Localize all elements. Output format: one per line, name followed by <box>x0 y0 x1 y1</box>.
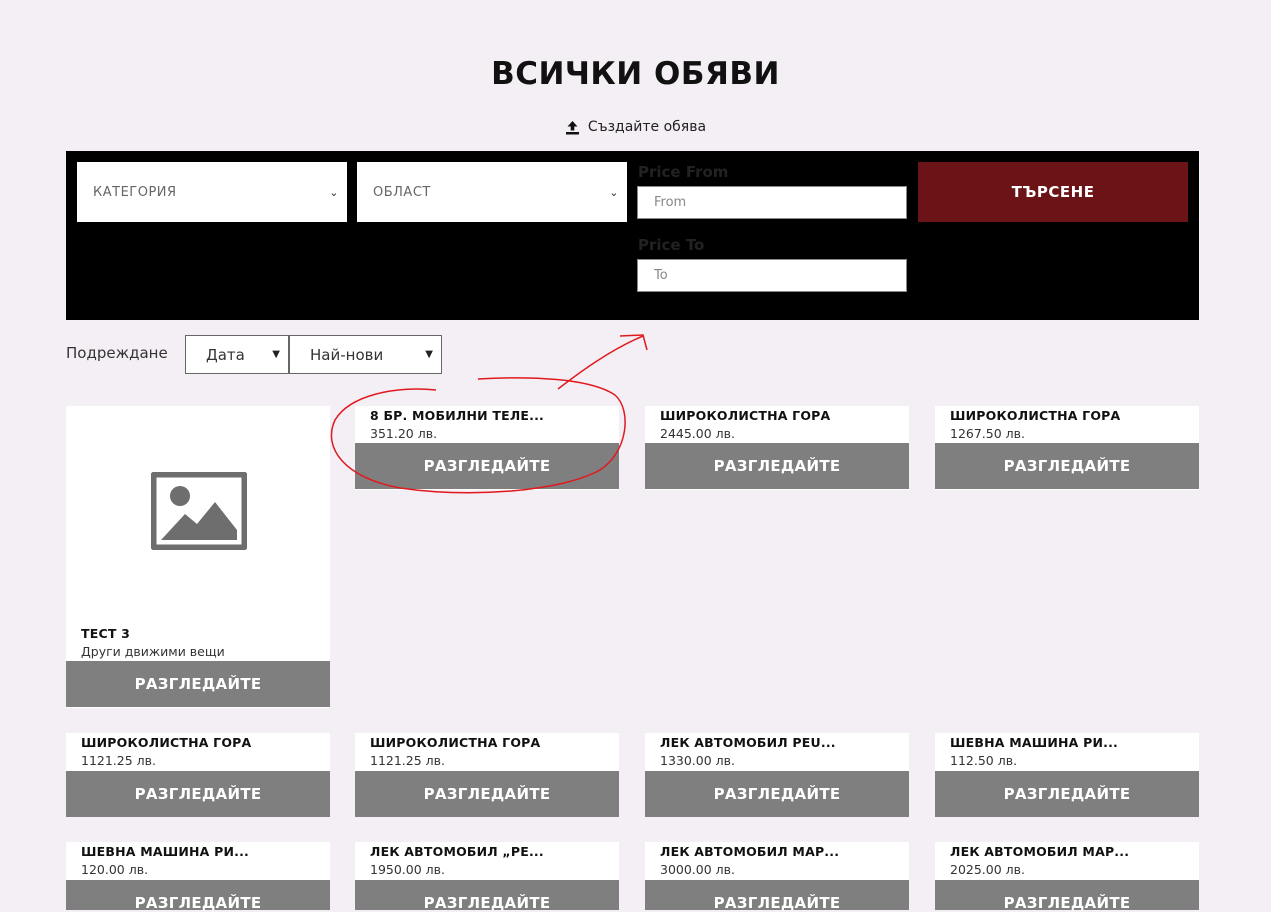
listing-card: ЛЕК АВТОМОБИЛ МАР... 2025.00 лв. РАЗГЛЕД… <box>935 842 1199 912</box>
search-button[interactable]: ТЪРСЕНЕ <box>918 162 1188 222</box>
listing-card: ШЕВНА МАШИНА РИ... 112.50 лв. РАЗГЛЕДАЙТ… <box>935 733 1199 817</box>
view-listing-button[interactable]: РАЗГЛЕДАЙТЕ <box>66 880 330 912</box>
listing-price: 351.20 лв. <box>370 426 438 441</box>
listing-title: ШИРОКОЛИСТНА ГОРА <box>950 408 1121 423</box>
listing-card: ЛЕК АВТОМОБИЛ PEU... 1330.00 лв. РАЗГЛЕД… <box>645 733 909 817</box>
listing-price: 2025.00 лв. <box>950 862 1025 877</box>
create-listing-link[interactable]: Създайте обява <box>0 119 1271 135</box>
listing-title: ШИРОКОЛИСТНА ГОРА <box>81 735 252 750</box>
listing-title: ШЕВНА МАШИНА РИ... <box>81 844 249 859</box>
view-listing-button[interactable]: РАЗГЛЕДАЙТЕ <box>935 880 1199 912</box>
listing-price: 1950.00 лв. <box>370 862 445 877</box>
listing-category: Други движими вещи <box>81 644 225 659</box>
listing-price: 1121.25 лв. <box>370 753 445 768</box>
image-placeholder-icon <box>149 470 249 554</box>
listing-price: 2445.00 лв. <box>660 426 735 441</box>
listing-title: ШИРОКОЛИСТНА ГОРА <box>660 408 831 423</box>
listing-card: ШИРОКОЛИСТНА ГОРА 1267.50 лв. РАЗГЛЕДАЙТ… <box>935 406 1199 490</box>
listing-title: ЛЕК АВТОМОБИЛ PEU... <box>660 735 836 750</box>
listing-price: 1267.50 лв. <box>950 426 1025 441</box>
listing-card: ЛЕК АВТОМОБИЛ „РЕ... 1950.00 лв. РАЗГЛЕД… <box>355 842 619 912</box>
sort-order-value: Най-нови <box>310 345 384 364</box>
create-listing-label: Създайте обява <box>587 119 707 135</box>
page-title: ВСИЧКИ ОБЯВИ <box>491 56 780 92</box>
listing-card: ШИРОКОЛИСТНА ГОРА 1121.25 лв. РАЗГЛЕДАЙТ… <box>355 733 619 817</box>
chevron-down-icon: ⌄ <box>609 185 619 199</box>
category-select-value: КАТЕГОРИЯ <box>93 184 177 200</box>
chevron-down-icon: ⌄ <box>329 185 339 199</box>
listing-card: ШИРОКОЛИСТНА ГОРА 2445.00 лв. РАЗГЛЕДАЙТ… <box>645 406 909 490</box>
view-listing-button[interactable]: РАЗГЛЕДАЙТЕ <box>355 880 619 912</box>
listing-price: 120.00 лв. <box>81 862 149 877</box>
view-listing-button[interactable]: РАЗГЛЕДАЙТЕ <box>935 443 1199 489</box>
annotation-arrow <box>557 335 644 390</box>
sort-field-select[interactable]: Дата ▼ <box>185 335 289 374</box>
listing-card: ШЕВНА МАШИНА РИ... 120.00 лв. РАЗГЛЕДАЙТ… <box>66 842 330 912</box>
listing-card: ЛЕК АВТОМОБИЛ МАР... 3000.00 лв. РАЗГЛЕД… <box>645 842 909 912</box>
sort-order-select[interactable]: Най-нови ▼ <box>289 335 442 374</box>
sort-label: Подреждане <box>66 344 168 362</box>
chevron-down-icon: ▼ <box>425 349 433 360</box>
price-from-label: Price From <box>638 163 729 181</box>
view-listing-button[interactable]: РАЗГЛЕДАЙТЕ <box>645 443 909 489</box>
listing-title: ШИРОКОЛИСТНА ГОРА <box>370 735 541 750</box>
view-listing-button[interactable]: РАЗГЛЕДАЙТЕ <box>935 771 1199 817</box>
sort-field-value: Дата <box>206 345 245 364</box>
listing-title: ТЕСТ 3 <box>81 626 131 641</box>
listing-price: 1330.00 лв. <box>660 753 735 768</box>
listing-card: 8 БР. МОБИЛНИ ТЕЛЕ... 351.20 лв. РАЗГЛЕД… <box>355 406 619 490</box>
view-listing-button[interactable]: РАЗГЛЕДАЙТЕ <box>355 771 619 817</box>
upload-icon <box>565 120 580 135</box>
price-from-input[interactable] <box>637 186 907 219</box>
listing-card: ТЕСТ 3 Други движими вещи РАЗГЛЕДАЙТЕ <box>66 406 330 708</box>
annotation-arrowhead <box>619 334 648 351</box>
category-select[interactable]: КАТЕГОРИЯ ⌄ <box>77 162 347 222</box>
price-to-input[interactable] <box>637 259 907 292</box>
region-select-value: ОБЛАСТ <box>373 184 431 200</box>
region-select[interactable]: ОБЛАСТ ⌄ <box>357 162 627 222</box>
listing-title: ЛЕК АВТОМОБИЛ „РЕ... <box>370 844 544 859</box>
listing-price: 3000.00 лв. <box>660 862 735 877</box>
view-listing-button[interactable]: РАЗГЛЕДАЙТЕ <box>645 771 909 817</box>
listing-title: ЛЕК АВТОМОБИЛ МАР... <box>950 844 1130 859</box>
chevron-down-icon: ▼ <box>272 349 280 360</box>
listing-card: ШИРОКОЛИСТНА ГОРА 1121.25 лв. РАЗГЛЕДАЙТ… <box>66 733 330 817</box>
price-to-label: Price To <box>638 236 705 254</box>
listing-price: 112.50 лв. <box>950 753 1018 768</box>
listing-title: ЛЕК АВТОМОБИЛ МАР... <box>660 844 840 859</box>
view-listing-button[interactable]: РАЗГЛЕДАЙТЕ <box>66 771 330 817</box>
filter-bar: КАТЕГОРИЯ ⌄ ОБЛАСТ ⌄ Price From Price To… <box>66 151 1199 320</box>
view-listing-button[interactable]: РАЗГЛЕДАЙТЕ <box>355 443 619 489</box>
listing-title: 8 БР. МОБИЛНИ ТЕЛЕ... <box>370 408 544 423</box>
listing-title: ШЕВНА МАШИНА РИ... <box>950 735 1118 750</box>
view-listing-button[interactable]: РАЗГЛЕДАЙТЕ <box>645 880 909 912</box>
listing-price: 1121.25 лв. <box>81 753 156 768</box>
view-listing-button[interactable]: РАЗГЛЕДАЙТЕ <box>66 661 330 707</box>
